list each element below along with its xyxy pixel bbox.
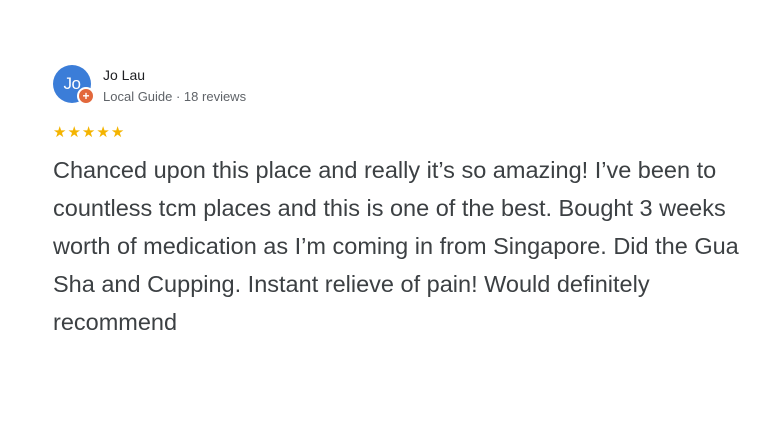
review-text: Chanced upon this place and really it’s … <box>53 157 739 335</box>
star-icon: ★ <box>96 124 110 141</box>
star-rating: ★ ★ ★ ★ ★ <box>53 124 124 142</box>
star-icon: ★ <box>81 124 96 141</box>
reviewer-subtitle: Local Guide · 18 reviews <box>103 89 247 104</box>
review-card: Jo + Jo Lau Local Guide · 18 reviews ★ ★… <box>0 0 768 432</box>
star-icon: ★ <box>110 124 125 141</box>
reviewer-header: Jo + Jo Lau Local Guide · 18 reviews <box>53 65 246 106</box>
reviewer-meta: Jo Lau Local Guide · 18 reviews <box>103 65 246 106</box>
avatar-container[interactable]: Jo + <box>53 65 95 105</box>
star-icon: ★ <box>67 124 81 141</box>
reviewer-name[interactable]: Jo Lau <box>103 66 246 84</box>
star-icon: ★ <box>53 124 67 141</box>
local-guide-badge-icon: + <box>77 87 95 105</box>
